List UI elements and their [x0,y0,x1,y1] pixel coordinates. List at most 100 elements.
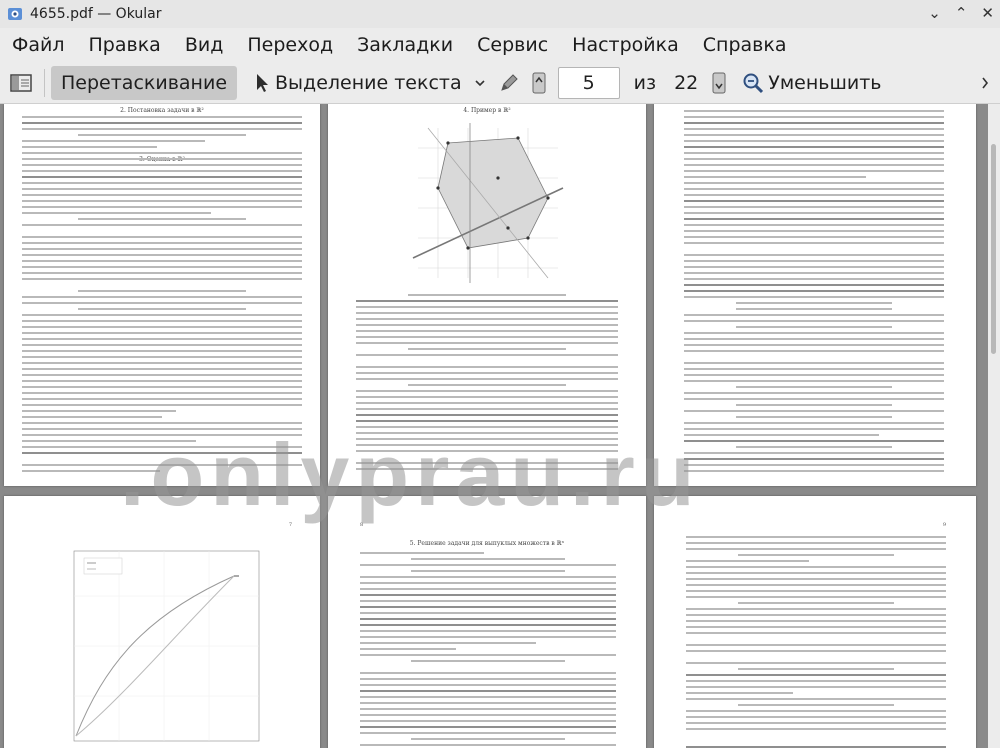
menu-help[interactable]: Справка [691,34,799,56]
menu-bookmarks[interactable]: Закладки [345,34,465,56]
text-line [22,332,302,334]
text-line [356,324,618,326]
text-line [686,596,946,598]
text-line [360,744,616,746]
text-line [356,378,618,380]
text-line [686,566,946,568]
text-line [356,402,618,404]
maximize-icon[interactable]: ⌃ [955,4,968,22]
text-line [684,182,944,184]
annotate-button[interactable] [492,66,526,100]
menu-file[interactable]: Файл [0,34,77,56]
text-line [411,570,565,572]
text-line [684,206,944,208]
text-line [360,726,616,728]
text-select-label: Выделение текста [275,72,462,94]
drag-mode-button[interactable]: Перетаскивание [51,66,238,100]
text-line [22,242,302,244]
text-line [684,122,944,124]
page-up-icon [532,72,546,94]
text-line [360,714,616,716]
text-line [684,428,944,430]
page-heading: 5. Решение задачи для выпуклых множеств … [409,540,565,547]
select-mode-dropdown[interactable] [468,66,492,100]
toolbar-overflow-button[interactable] [974,66,996,100]
text-block [684,110,944,476]
text-line [684,284,944,286]
text-line [22,404,302,406]
vertical-scrollbar[interactable] [988,104,1000,748]
text-line [22,410,177,412]
text-line [360,618,616,620]
text-block [686,536,946,748]
text-line [684,128,944,130]
text-line [686,578,946,580]
text-line [684,398,944,400]
text-line [736,386,892,388]
page-thumbnail-6[interactable]: 9 [654,496,976,748]
title-bar: 4655.pdf — Okular ⌄ ⌃ ✕ [0,0,1000,29]
text-line [684,290,944,292]
watermark-text: .onlyprau.ru [120,425,701,524]
text-line [78,218,246,220]
text-line [22,416,163,418]
text-line [360,678,616,680]
close-icon[interactable]: ✕ [981,4,994,22]
text-line [736,308,892,310]
page-number-input[interactable]: 5 [557,67,620,99]
zoom-out-button[interactable]: Уменьшить [736,66,887,100]
page-thumbnail-4[interactable]: 7 [4,496,320,748]
text-select-button[interactable]: Выделение текста [249,66,468,100]
page-thumbnail-5[interactable]: 8 5. Решение задачи для выпуклых множест… [328,496,646,748]
text-line [684,116,944,118]
text-line [684,188,944,190]
text-line [360,732,616,734]
previous-page-button[interactable] [526,66,552,100]
text-line [686,560,809,562]
text-line [686,722,946,724]
text-line [22,164,302,166]
text-line [22,344,302,346]
text-line [736,326,892,328]
page-thumbnail-3[interactable] [654,104,976,486]
zoom-out-label: Уменьшить [768,72,882,94]
text-line [22,122,302,124]
menu-go[interactable]: Переход [235,34,345,56]
text-line [22,398,302,400]
text-line [686,584,946,586]
text-line [684,332,944,334]
next-page-button[interactable] [706,66,732,100]
page-number-field[interactable]: 5 [552,66,626,100]
page-heading: 4. Пример в ℝ² [463,107,511,114]
text-line [360,624,616,626]
text-line [686,686,946,688]
menu-tools[interactable]: Сервис [465,34,560,56]
text-line [411,558,565,560]
menu-settings[interactable]: Настройка [560,34,691,56]
scrollbar-thumb[interactable] [991,144,996,354]
text-line [686,650,946,652]
text-line [360,696,616,698]
text-line [684,368,944,370]
document-viewport[interactable]: 2. Постановка задачи в ℝ² 3. Оценка в ℝ²… [0,104,988,748]
text-line [22,278,302,280]
text-line [684,236,944,238]
text-line [78,134,246,136]
page-number: 9 [942,522,946,528]
sidebar-toggle-button[interactable] [4,66,38,100]
text-line [356,318,618,320]
text-line [360,588,616,590]
pen-icon [500,74,518,91]
text-line [408,294,566,296]
text-line [22,296,302,298]
text-line [22,128,302,130]
text-line [360,612,616,614]
text-line [360,606,616,608]
minimize-icon[interactable]: ⌄ [928,4,941,22]
text-line [686,542,946,544]
menu-view[interactable]: Вид [173,34,236,56]
chevron-down-icon [475,80,485,87]
text-line [22,326,302,328]
drag-mode-label: Перетаскивание [61,72,228,94]
menu-edit[interactable]: Правка [77,34,173,56]
